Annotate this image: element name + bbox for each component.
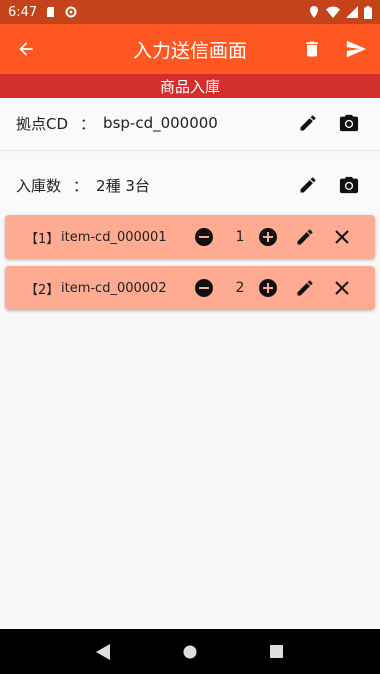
signal-icon xyxy=(346,6,358,18)
arrow-back-icon xyxy=(19,42,33,56)
decrement-button[interactable] xyxy=(189,215,219,259)
item-code: item-cd_000001 xyxy=(61,229,167,245)
base-cd-colon: ： xyxy=(80,114,96,133)
system-nav-bar xyxy=(0,629,380,674)
item-code: item-cd_000002 xyxy=(61,280,167,296)
stock-count-row: 入庫数 ： 2種 3台 xyxy=(0,160,380,210)
camera-icon xyxy=(339,176,359,194)
edit-item-button[interactable] xyxy=(290,215,320,259)
home-circle-icon xyxy=(183,645,197,658)
item-index: 【2】 xyxy=(25,282,60,298)
stock-count-colon: ： xyxy=(73,176,89,195)
edit-item-button[interactable] xyxy=(290,266,320,310)
close-icon xyxy=(335,230,349,244)
base-cd-row: 拠点CD ： bsp-cd_000000 xyxy=(0,98,380,148)
back-button[interactable] xyxy=(4,24,48,74)
plus-circle-icon xyxy=(259,279,277,297)
send-icon xyxy=(346,40,367,58)
back-triangle-icon xyxy=(96,643,111,660)
edit-icon xyxy=(300,177,316,193)
divider xyxy=(0,150,380,151)
remove-item-button[interactable] xyxy=(327,266,357,310)
item-card: 【2】 item-cd_000002 2 xyxy=(5,266,375,310)
stock-count-label: 入庫数 xyxy=(16,176,62,195)
send-button[interactable] xyxy=(334,24,378,74)
edit-base-button[interactable] xyxy=(290,98,326,148)
base-cd-value: bsp-cd_000000 xyxy=(103,114,218,132)
battery-icon xyxy=(364,5,372,19)
scan-item-button[interactable] xyxy=(331,160,367,210)
plus-circle-icon xyxy=(259,228,277,246)
scan-base-button[interactable] xyxy=(331,98,367,148)
sd-card-icon xyxy=(47,7,55,17)
remove-item-button[interactable] xyxy=(327,215,357,259)
edit-icon xyxy=(300,115,316,131)
edit-icon xyxy=(297,229,313,245)
status-bar: 6:47 xyxy=(0,0,380,24)
item-index: 【1】 xyxy=(25,231,60,247)
minus-circle-icon xyxy=(195,228,213,246)
delete-button[interactable] xyxy=(290,24,334,74)
item-quantity: 2 xyxy=(235,280,245,296)
minus-circle-icon xyxy=(195,279,213,297)
decrement-button[interactable] xyxy=(189,266,219,310)
close-icon xyxy=(335,281,349,295)
section-header: 商品入庫 xyxy=(0,74,380,98)
item-card: 【1】 item-cd_000001 1 xyxy=(5,215,375,259)
edit-stock-button[interactable] xyxy=(290,160,326,210)
nav-back-button[interactable] xyxy=(83,632,123,672)
camera-icon xyxy=(339,114,359,132)
stock-count-value: 2種 3台 xyxy=(96,176,150,195)
increment-button[interactable] xyxy=(253,215,283,259)
increment-button[interactable] xyxy=(253,266,283,310)
data-saver-icon xyxy=(65,6,77,18)
edit-icon xyxy=(297,280,313,296)
item-quantity: 1 xyxy=(235,229,245,245)
nav-home-button[interactable] xyxy=(170,632,210,672)
nav-recents-button[interactable] xyxy=(257,632,297,672)
status-time: 6:47 xyxy=(8,4,38,20)
location-icon xyxy=(310,6,318,18)
app-bar: 入力送信画面 xyxy=(0,24,380,74)
wifi-icon xyxy=(326,6,340,18)
delete-icon xyxy=(306,41,318,57)
base-cd-label: 拠点CD xyxy=(16,114,69,133)
recents-square-icon xyxy=(270,645,284,658)
